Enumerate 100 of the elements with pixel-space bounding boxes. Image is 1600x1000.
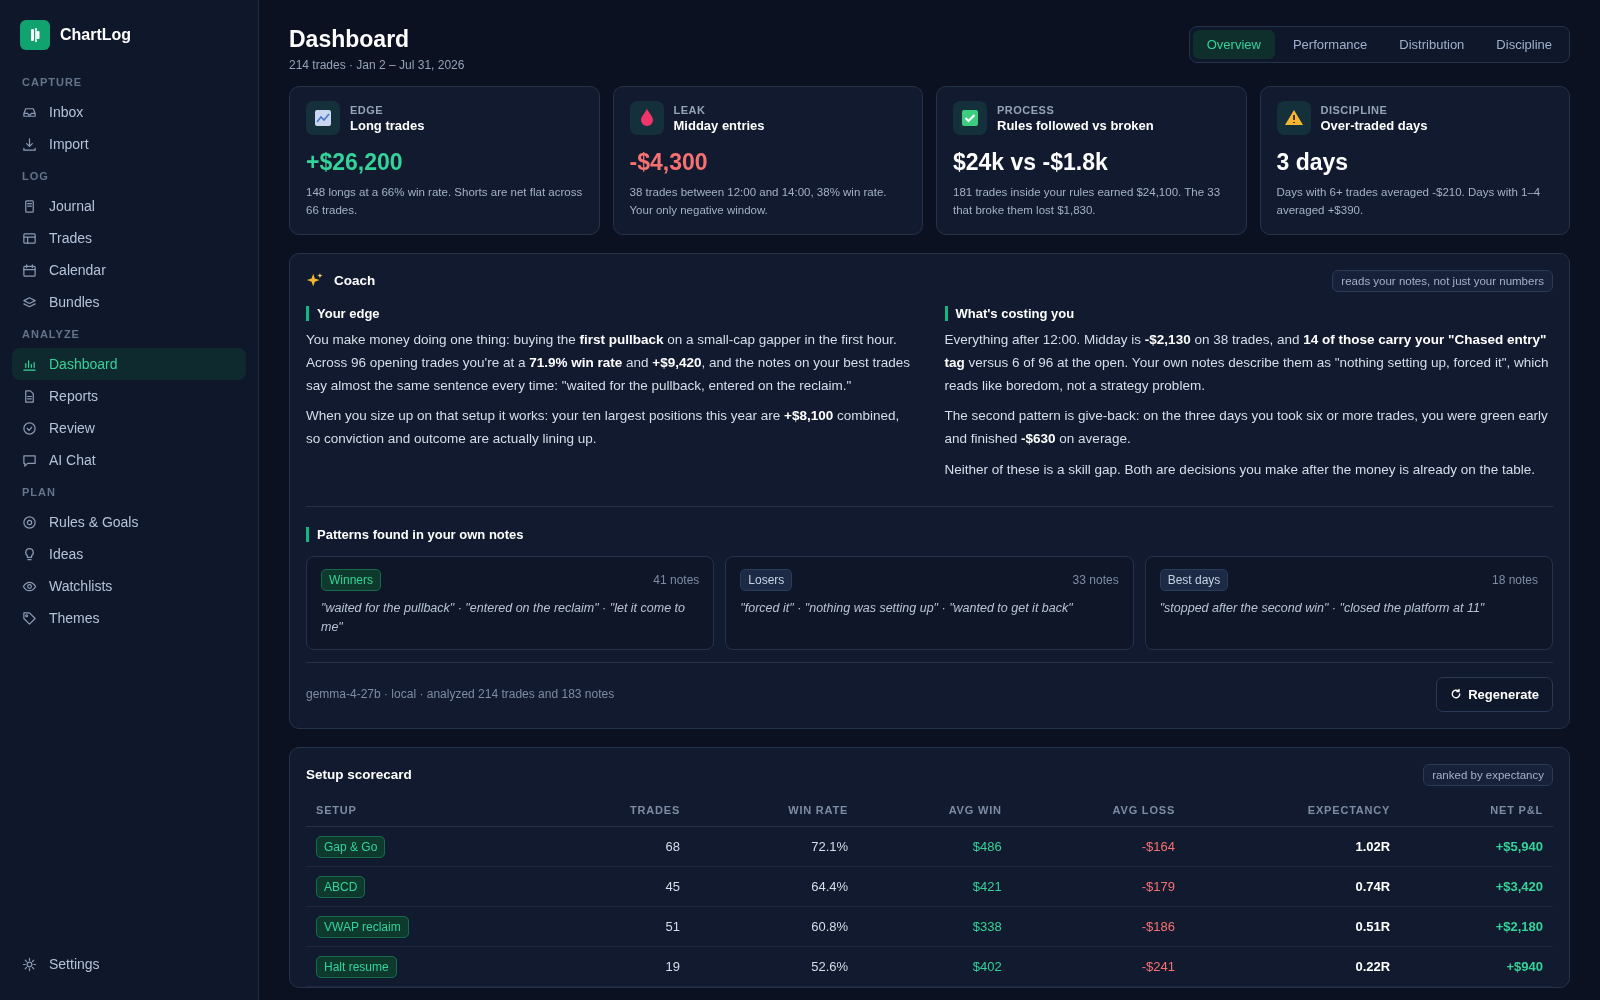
refresh-icon [1450,688,1463,701]
nav-item[interactable]: Watchlists [12,570,246,602]
coach-badge: reads your notes, not just your numbers [1332,269,1553,292]
table-cell: $402 [972,958,1002,974]
column-header: WIN RATE [690,793,859,827]
setup-tag: Gap & Go [316,835,386,858]
nav-item[interactable]: Review [12,412,246,444]
nav-item[interactable]: Ideas [12,538,246,570]
coach-paragraph: Neither of these is a skill gap. Both are decisions you make after the money is already on the table. [944,461,1537,480]
kpi-category: DISCIPLINE [1320,103,1389,116]
nav-item[interactable]: Import [12,128,246,160]
table-cell: 64.4% [811,878,849,894]
nav-item[interactable]: Themes [12,602,246,634]
column-header: EXPECTANCY [1185,793,1401,827]
kpi-category: LEAK [673,103,707,116]
settings-link[interactable]: Settings [12,948,246,980]
chart-icon [306,101,340,135]
table-cell: -$186 [1141,918,1176,934]
model-info: gemma-4-27b · local · analyzed 214 trades and 183 notes [306,687,615,702]
scorecard-title: Setup scorecard [306,767,412,783]
section-heading: CAPTURE [21,75,84,90]
section-heading: LOG [21,169,50,184]
table-cell: +$940 [1506,958,1543,974]
tab[interactable]: Distribution [1385,30,1479,59]
tag-icon [22,610,37,626]
kpi-category: PROCESS [997,103,1056,116]
table-cell: $338 [972,918,1002,934]
table-cell: 0.51R [1355,918,1391,934]
book-icon [22,198,37,214]
nav-item[interactable]: Dashboard [12,348,246,380]
nav-item[interactable]: Rules & Goals [12,506,246,538]
section-heading: Patterns found in your own notes [306,527,1553,543]
checkbox-icon [953,101,987,135]
coach-paragraph: Everything after 12:00. Midday is -$2,130 on 38 trades, and 14 of those carry your "Chased entry" tag versus 6 of 96 at the open. Your own notes describe them as "nothing setting up, forced it", which reads like boredom, not a strategy problem. [944,330,1550,395]
table-cell: 68 [665,838,681,854]
kpi-value: $24k vs -$1.8k [953,149,1109,176]
setup-tag: Halt resume [316,955,397,978]
column-header: TRADES [542,793,691,827]
section-heading: Your edge [306,305,915,321]
kpi-value: 3 days [1276,149,1350,176]
table-cell: +$2,180 [1495,918,1543,934]
table-cell: $421 [972,878,1002,894]
table-cell: +$3,420 [1495,878,1543,894]
pattern-tag: Winners [321,569,381,592]
calendar-icon [22,262,37,278]
column-header: AVG WIN [858,793,1012,827]
section-heading: PLAN [21,485,57,500]
app-logo-icon [20,20,50,50]
nav-item[interactable]: Bundles [12,286,246,318]
nav-item[interactable]: Trades [12,222,246,254]
table-icon [22,230,37,246]
setup-tag: ABCD [316,875,366,898]
section-heading: ANALYZE [21,327,81,342]
table-cell: 1.02R [1355,838,1391,854]
nav-item[interactable]: Calendar [12,254,246,286]
pattern-tag: Losers [740,569,793,592]
coach-paragraph: When you size up on that setup it works: your ten largest positions this year are +$8,100 combined, so conviction and outcome are actually lining up. [306,407,901,449]
tab[interactable]: Discipline [1482,30,1566,59]
kpi-value: -$4,300 [629,149,709,176]
table-cell: 51 [665,918,681,934]
settings-icon [22,956,37,972]
kpi-note: 38 trades between 12:00 and 14:00, 38% win rate. Your only negative window. [629,185,888,218]
column-header: SETUP [306,793,543,827]
scorecard-badge: ranked by expectancy [1423,763,1553,786]
pattern-quotes: "stopped after the second win" · "closed the platform at 11" [1159,600,1486,618]
file-icon [22,388,37,404]
tab[interactable]: Performance [1278,30,1382,59]
table-cell: 45 [665,878,681,894]
note-count: 18 notes [1491,573,1538,588]
kpi-title: Long trades [350,117,425,133]
kpi-note: 181 trades inside your rules earned $24,100. The 33 that broke them lost $1,830. [953,185,1222,218]
setup-tag: VWAP reclaim [316,915,409,938]
table-cell: 72.1% [811,838,849,854]
nav-item[interactable]: Journal [12,190,246,222]
regenerate-button[interactable]: Regenerate [1436,676,1553,712]
kpi-title: Rules followed vs broken [997,117,1154,133]
table-cell: -$164 [1141,838,1176,854]
table-cell: $486 [972,838,1002,854]
layers-icon [22,294,37,310]
pattern-quotes: "waited for the pullback" · "entered on the reclaim" · "let it come to me" [321,600,687,636]
note-count: 41 notes [653,573,700,588]
table-cell: 52.6% [811,958,849,974]
table-cell: 0.74R [1355,878,1391,894]
coach-paragraph: You make money doing one thing: buying the first pullback on a small-cap gapper in the first hour. Across 96 opening trades you're at a 71.9% win rate and +$9,420, and the notes on your best trades say almost the same sentence every time: "waited for the pullback, entered on the reclaim." [306,330,912,395]
nav-item[interactable]: Inbox [12,96,246,128]
nav-item[interactable]: Reports [12,380,246,412]
nav-item[interactable]: AI Chat [12,444,246,476]
pattern-quotes: "forced it" · "nothing was setting up" · "wanted to get it back" [740,600,1074,618]
column-header: AVG LOSS [1011,793,1186,827]
table-cell: -$179 [1141,878,1176,894]
kpi-title: Midday entries [673,117,765,133]
table-cell: 19 [665,958,681,974]
chat-icon [22,452,37,468]
coach-title: Coach [334,273,376,289]
app-name: ChartLog [60,26,132,44]
tab[interactable]: Overview [1192,30,1275,59]
section-heading: What's costing you [944,305,1553,321]
page-subtitle: 214 trades · Jan 2 – Jul 31, 2026 [289,58,465,72]
kpi-title: Over-traded days [1320,117,1428,133]
column-header: NET P&L [1400,793,1553,827]
